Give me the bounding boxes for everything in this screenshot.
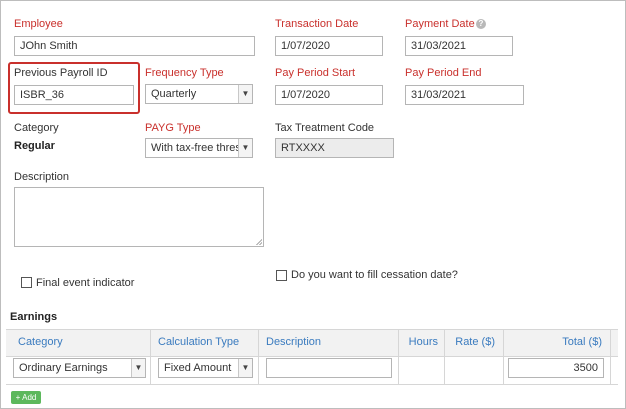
resize-handle-icon[interactable] <box>256 239 262 245</box>
column-header-rate[interactable]: Rate ($) <box>446 336 495 348</box>
category-label: Category <box>14 122 59 134</box>
previous-payroll-id-label: Previous Payroll ID <box>14 67 108 79</box>
chevron-down-icon: ▼ <box>238 139 252 157</box>
earnings-description-field[interactable] <box>266 358 392 378</box>
final-event-checkbox[interactable] <box>21 277 32 288</box>
payg-type-select[interactable]: With tax-free thresh ▼ <box>145 138 253 158</box>
category-value: Regular <box>14 140 55 152</box>
frequency-type-select[interactable]: Quarterly ▼ <box>145 84 253 104</box>
calculation-type-select[interactable]: Fixed Amount ▼ <box>158 358 253 378</box>
earnings-title: Earnings <box>10 311 58 323</box>
column-header-total[interactable]: Total ($) <box>506 336 602 348</box>
column-divider <box>610 329 611 385</box>
calculation-type-value: Fixed Amount <box>164 362 232 374</box>
cessation-checkbox[interactable] <box>276 270 287 281</box>
description-label: Description <box>14 171 70 183</box>
help-icon[interactable]: ? <box>476 19 486 29</box>
previous-payroll-id-field[interactable]: ISBR_36 <box>14 85 134 105</box>
description-textarea[interactable] <box>14 187 264 247</box>
pay-period-end-field[interactable]: 31/03/2021 <box>405 85 524 105</box>
earnings-category-select[interactable]: Ordinary Earnings ▼ <box>13 358 146 378</box>
final-event-label: Final event indicator <box>36 277 135 289</box>
payment-date-label: Payment Date <box>405 18 475 30</box>
row-divider <box>6 384 618 385</box>
column-divider <box>398 329 399 385</box>
tax-treatment-code-label: Tax Treatment Code <box>275 122 375 134</box>
column-divider <box>444 329 445 385</box>
pay-period-start-field[interactable]: 1/07/2020 <box>275 85 383 105</box>
cessation-label: Do you want to fill cessation date? <box>291 269 458 281</box>
payg-type-label: PAYG Type <box>145 122 201 134</box>
transaction-date-field[interactable]: 1/07/2020 <box>275 36 383 56</box>
frequency-type-label: Frequency Type <box>145 67 224 79</box>
column-header-calculation-type[interactable]: Calculation Type <box>158 336 239 348</box>
earnings-category-value: Ordinary Earnings <box>19 362 108 374</box>
earnings-total-field[interactable]: 3500 <box>508 358 604 378</box>
payment-date-field[interactable]: 31/03/2021 <box>405 36 513 56</box>
column-header-hours[interactable]: Hours <box>400 336 438 348</box>
frequency-type-value: Quarterly <box>151 88 197 100</box>
transaction-date-label: Transaction Date <box>275 18 359 30</box>
chevron-down-icon: ▼ <box>238 359 252 377</box>
column-divider <box>503 329 504 385</box>
pay-period-end-label: Pay Period End <box>405 67 482 79</box>
chevron-down-icon: ▼ <box>131 359 145 377</box>
column-divider <box>150 329 151 385</box>
employee-field[interactable]: JOhn Smith <box>14 36 255 56</box>
column-header-description[interactable]: Description <box>266 336 321 348</box>
employee-label: Employee <box>14 18 63 30</box>
add-earning-button[interactable]: + Add <box>11 391 41 404</box>
payg-type-value: With tax-free thresh <box>151 142 247 154</box>
chevron-down-icon: ▼ <box>238 85 252 103</box>
tax-treatment-code-field: RTXXXX <box>275 138 394 158</box>
column-divider <box>258 329 259 385</box>
pay-period-start-label: Pay Period Start <box>275 67 356 79</box>
column-header-category[interactable]: Category <box>18 336 63 348</box>
